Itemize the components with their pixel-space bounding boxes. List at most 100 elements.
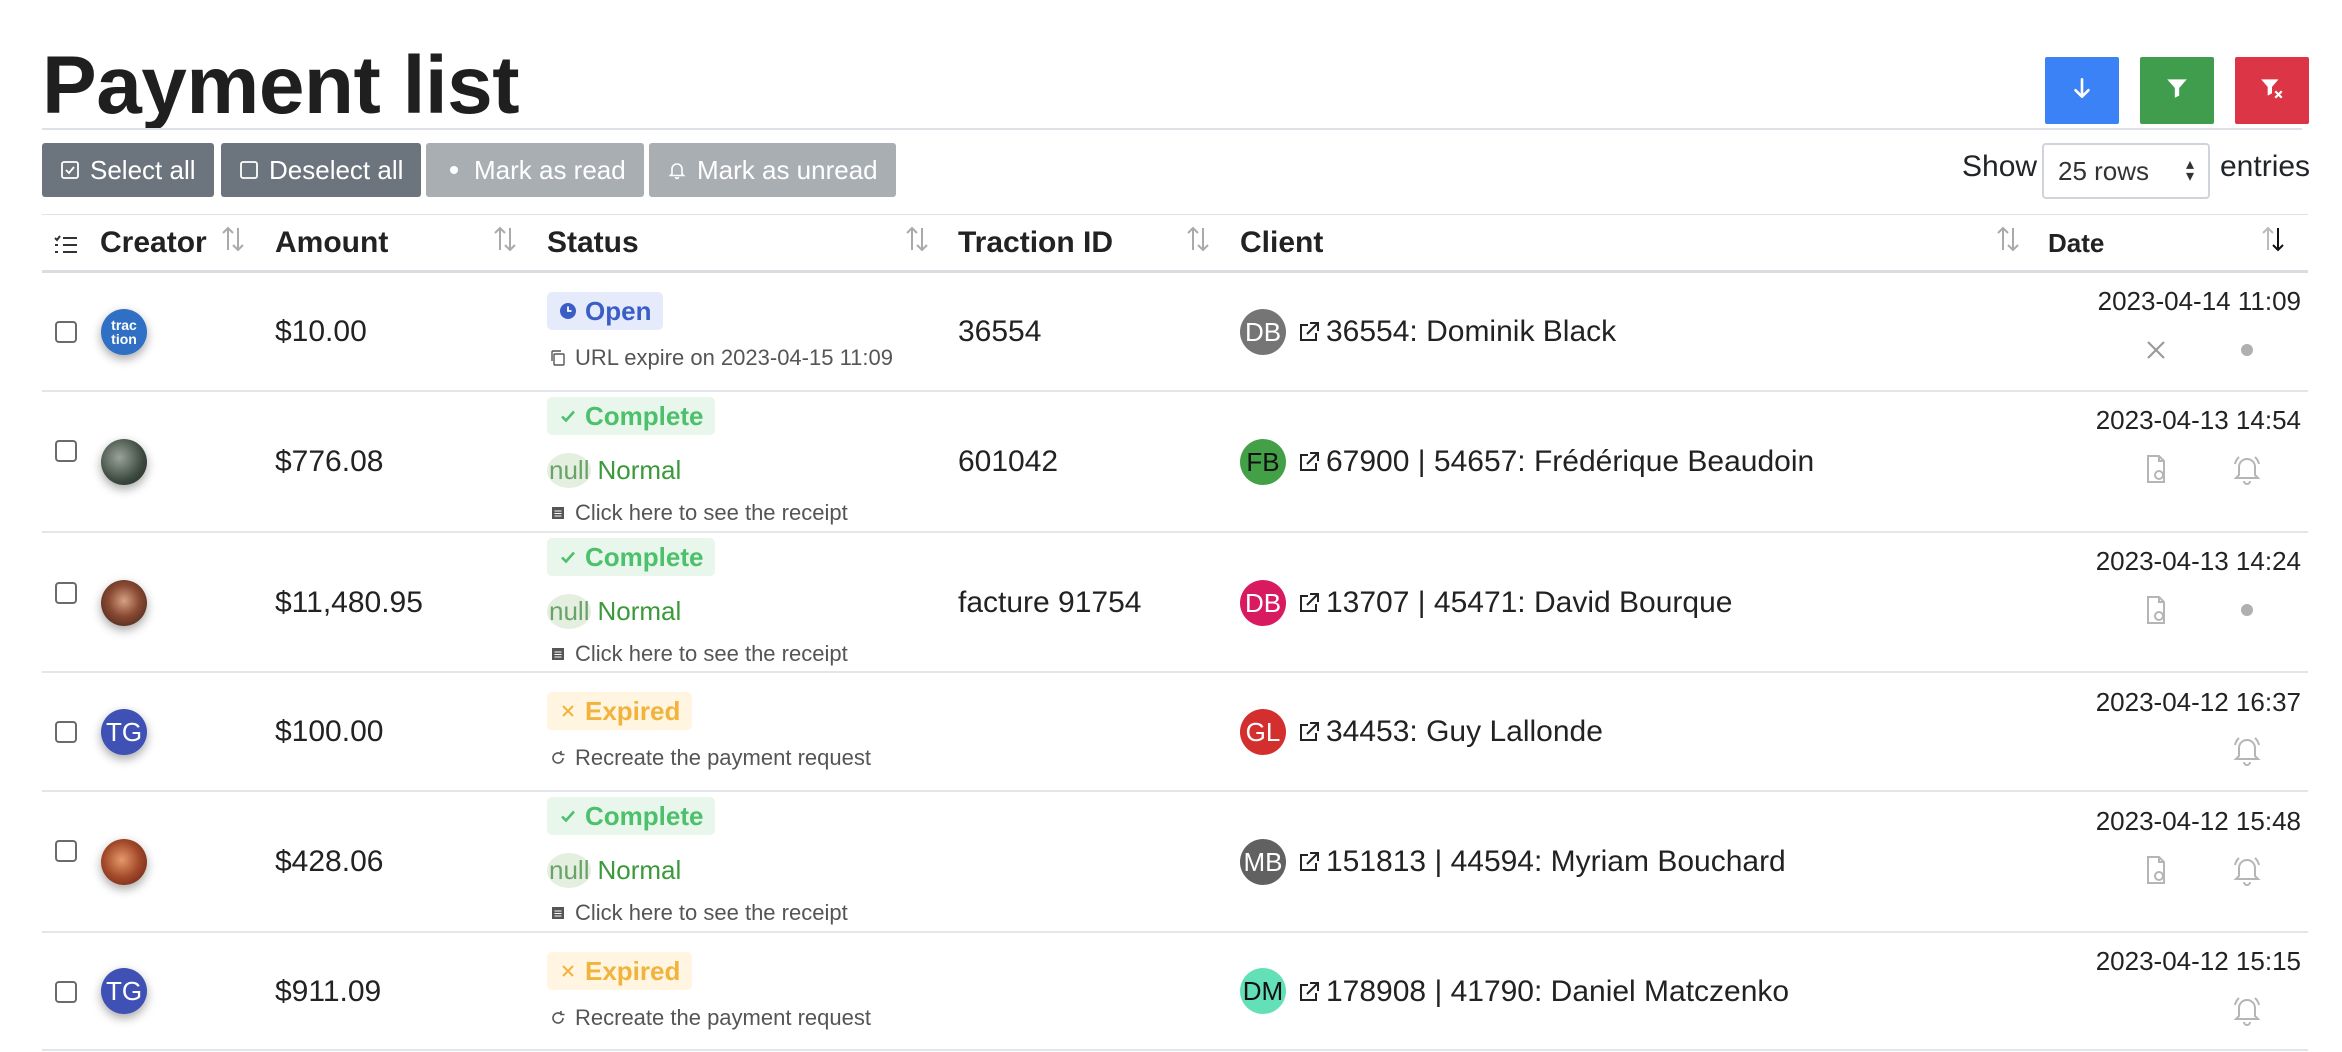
client-link[interactable]: 67900 | 54657: Frédérique Beaudoin [1296,445,1814,479]
priority-label: Normal [597,596,682,626]
page-title: Payment list [42,40,520,131]
external-link-icon [1296,719,1322,745]
mark-as-unread-label: Mark as unread [697,154,878,185]
row-checkbox[interactable] [55,840,77,862]
client-avatar: MB [1240,839,1286,885]
title-divider [42,128,2302,130]
sort-icon[interactable] [218,224,248,259]
priority-null-tag: null [547,453,592,488]
sort-icon[interactable] [1993,224,2023,259]
receipt-icon [549,645,567,663]
client-avatar: DB [1240,580,1286,626]
client-avatar: DB [1240,309,1286,355]
client-link[interactable]: 36554: Dominik Black [1296,315,1616,349]
file-sync-icon[interactable] [2136,449,2176,489]
rows-per-page-select[interactable]: 25 rows ▴ ▾ [2042,143,2210,199]
select-caret-icon: ▴ ▾ [2185,156,2194,185]
mark-as-read-label: Mark as read [474,154,626,185]
column-header-traction-id[interactable]: Traction ID [958,226,1113,260]
client-link[interactable]: 34453: Guy Lallonde [1296,715,1603,749]
copy-icon [549,349,567,367]
row-checkbox[interactable] [55,721,77,743]
entries-label: entries [2220,150,2311,183]
column-header-creator[interactable]: Creator [100,226,207,260]
select-all-button[interactable]: Select all [42,143,214,197]
bell-icon[interactable] [2227,850,2267,890]
row-divider [42,390,2308,392]
mark-as-unread-button[interactable]: Mark as unread [649,143,896,197]
sort-icon[interactable] [490,224,520,259]
sort-icon[interactable] [1183,224,1213,259]
check-icon [559,407,577,425]
file-sync-icon[interactable] [2136,850,2176,890]
row-checkbox[interactable] [55,981,77,1003]
external-link-icon [1296,590,1322,616]
status-label: Complete [585,800,704,831]
read-status-dot-icon[interactable] [2227,330,2267,370]
sort-desc-active-icon[interactable] [2258,224,2288,259]
row-checkbox[interactable] [55,321,77,343]
column-select-icon[interactable] [51,230,81,265]
status-badge: Complete [547,397,716,435]
amount-cell: $10.00 [275,315,367,348]
client-name-text: 34453: Guy Lallonde [1326,715,1603,748]
bell-icon [667,160,687,180]
refresh-icon [549,1009,567,1027]
check-icon [559,548,577,566]
client-link[interactable]: 13707 | 45471: David Bourque [1296,586,1732,620]
client-link[interactable]: 151813 | 44594: Myriam Bouchard [1296,845,1786,879]
receipt-icon [549,504,567,522]
column-header-status[interactable]: Status [547,226,639,260]
column-header-client[interactable]: Client [1240,226,1323,260]
clear-filter-button[interactable] [2235,57,2309,124]
creator-avatar [101,580,147,626]
file-sync-icon[interactable] [2136,590,2176,630]
client-link[interactable]: 178908 | 41790: Daniel Matczenko [1296,975,1789,1009]
status-label: Expired [585,695,681,726]
date-cell: 2023-04-14 11:09 [2097,286,2301,316]
external-link-icon [1296,449,1322,475]
row-divider [42,790,2308,792]
arrow-down-icon [2069,75,2095,106]
bell-icon[interactable] [2227,449,2267,489]
status-label: Complete [585,400,704,431]
cancel-icon[interactable] [2136,330,2176,370]
receipt-link-text: Click here to see the receipt [575,500,848,525]
receipt-link[interactable]: Click here to see the receipt [549,900,848,926]
bell-icon[interactable] [2227,730,2267,770]
sort-down-button[interactable] [2045,57,2119,124]
receipt-link[interactable]: Click here to see the receipt [549,500,848,526]
row-divider [42,1049,2308,1051]
sort-icon[interactable] [902,224,932,259]
date-cell: 2023-04-13 14:24 [2095,546,2301,576]
rows-per-page-value: 25 rows [2058,155,2150,186]
amount-cell: $11,480.95 [275,586,423,619]
row-checkbox[interactable] [55,582,77,604]
client-name-text: 178908 | 41790: Daniel Matczenko [1326,975,1790,1008]
client-name-text: 36554: Dominik Black [1326,315,1617,348]
recreate-request-link[interactable]: Recreate the payment request [549,745,871,771]
copy-url-link[interactable]: URL expire on 2023-04-15 11:09 [549,345,893,371]
select-all-label: Select all [90,154,196,185]
mark-as-read-button[interactable]: Mark as read [426,143,644,197]
row-checkbox[interactable] [55,440,77,462]
url-expire-text: URL expire on 2023-04-15 11:09 [575,345,893,370]
priority-null-tag: null [547,853,592,888]
row-divider [42,531,2308,533]
date-cell: 2023-04-12 16:37 [2095,687,2301,717]
traction-id-cell: 601042 [958,445,1059,478]
bell-icon[interactable] [2227,990,2267,1030]
status-label: Complete [585,541,704,572]
column-header-amount[interactable]: Amount [275,226,388,260]
column-header-date[interactable]: Date [2048,228,2104,259]
creator-avatar-text: trac tion [111,317,137,347]
filter-button[interactable] [2140,57,2214,124]
client-avatar: FB [1240,439,1286,485]
recreate-request-link[interactable]: Recreate the payment request [549,1005,871,1031]
clock-icon [559,302,577,320]
deselect-all-button[interactable]: Deselect all [221,143,422,197]
read-status-dot-icon[interactable] [2227,590,2267,630]
creator-avatar [101,439,147,485]
x-icon [559,702,577,720]
receipt-link[interactable]: Click here to see the receipt [549,641,848,667]
